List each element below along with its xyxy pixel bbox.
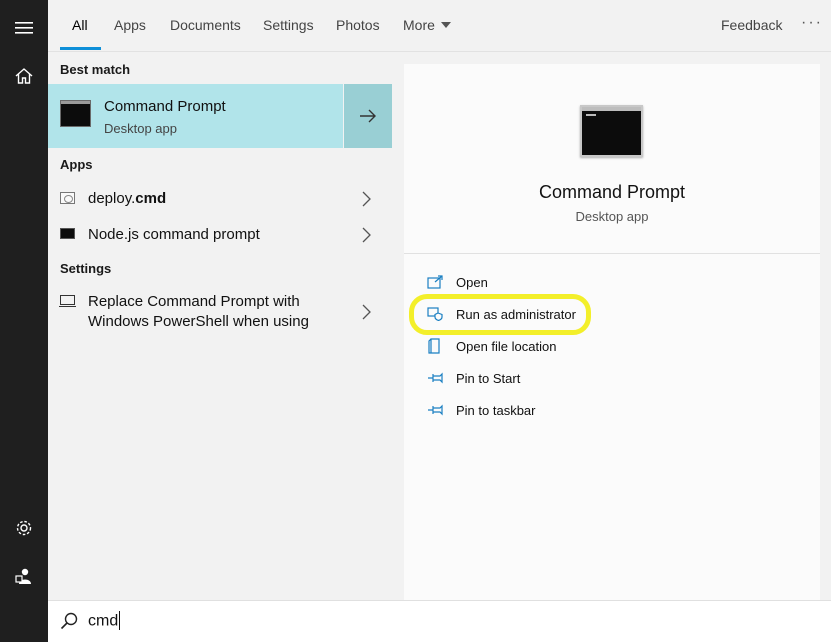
setting-line2: Windows PowerShell when using (88, 313, 309, 330)
result-detail-pane: Command Prompt Desktop app Open Run as a… (404, 64, 820, 600)
command-prompt-icon (60, 228, 75, 239)
command-prompt-icon (60, 100, 91, 127)
file-location-icon (426, 337, 444, 355)
feedback-link[interactable]: Feedback (721, 0, 782, 52)
app-name: Node.js command prompt (88, 226, 260, 243)
command-prompt-icon (580, 105, 643, 157)
chevron-right-icon (362, 304, 371, 320)
setting-line1: Replace Command Prompt with (88, 293, 300, 310)
app-name-match: cmd (135, 190, 167, 207)
settings-gear-icon[interactable] (0, 504, 48, 552)
filter-tab-bar: All Apps Documents Settings Photos More … (48, 0, 831, 52)
display-icon (59, 295, 76, 307)
best-match-subtitle: Desktop app (104, 121, 177, 136)
tab-photos[interactable]: Photos (336, 0, 380, 52)
config-file-icon (60, 192, 75, 204)
setting-name: Replace Command Prompt with Windows Powe… (88, 292, 309, 332)
tab-apps[interactable]: Apps (114, 0, 146, 52)
app-name-prefix: deploy. (88, 190, 136, 207)
action-open[interactable]: Open (426, 271, 488, 293)
search-icon (60, 612, 78, 633)
action-label: Open file location (456, 338, 557, 354)
best-match-heading: Best match (60, 62, 131, 77)
best-match-result[interactable]: Command Prompt Desktop app (48, 84, 343, 148)
action-label: Pin to Start (456, 370, 521, 386)
pin-icon (426, 369, 444, 387)
action-label: Open (456, 274, 488, 290)
tab-all[interactable]: All (72, 0, 88, 52)
tab-more[interactable]: More (403, 0, 451, 52)
tab-settings[interactable]: Settings (263, 0, 314, 52)
tab-documents[interactable]: Documents (170, 0, 241, 52)
chevron-right-icon (362, 227, 371, 243)
active-tab-indicator (60, 47, 101, 50)
chevron-down-icon (440, 22, 451, 29)
search-results-pane: Best match Command Prompt Desktop app Ap… (48, 52, 392, 600)
settings-heading: Settings (60, 261, 112, 276)
best-match-title: Command Prompt (104, 98, 226, 115)
list-item-replace-powershell[interactable]: Replace Command Prompt with Windows Powe… (48, 290, 392, 336)
action-pin-to-taskbar[interactable]: Pin to taskbar (426, 399, 536, 421)
search-box[interactable]: cmd (48, 600, 831, 642)
hamburger-menu-icon[interactable] (0, 4, 48, 52)
action-pin-to-start[interactable]: Pin to Start (426, 367, 520, 389)
arrow-right-icon (360, 109, 376, 123)
divider (404, 253, 820, 254)
apps-heading: Apps (60, 157, 93, 172)
search-input[interactable]: cmd (88, 611, 121, 631)
list-item-nodejs-prompt[interactable]: Node.js command prompt (48, 223, 392, 257)
expand-details-button[interactable] (344, 84, 392, 148)
pin-icon (426, 401, 444, 419)
detail-title: Command Prompt (538, 182, 686, 202)
left-rail (0, 0, 48, 642)
more-options-icon[interactable]: ··· (801, 14, 823, 32)
action-label: Pin to taskbar (456, 402, 536, 418)
action-open-file-location[interactable]: Open file location (426, 335, 556, 357)
text-cursor (119, 611, 121, 630)
tab-more-label: More (403, 17, 435, 33)
highlight-annotation (409, 294, 591, 335)
search-query: cmd (88, 612, 119, 630)
list-item-deploy-cmd[interactable]: deploy.cmd (48, 187, 392, 221)
open-icon (426, 273, 444, 291)
user-account-icon[interactable] (0, 552, 48, 600)
chevron-right-icon (362, 191, 371, 207)
app-name: deploy.cmd (88, 189, 166, 209)
detail-subtitle: Desktop app (575, 209, 649, 224)
home-icon[interactable] (0, 52, 48, 100)
